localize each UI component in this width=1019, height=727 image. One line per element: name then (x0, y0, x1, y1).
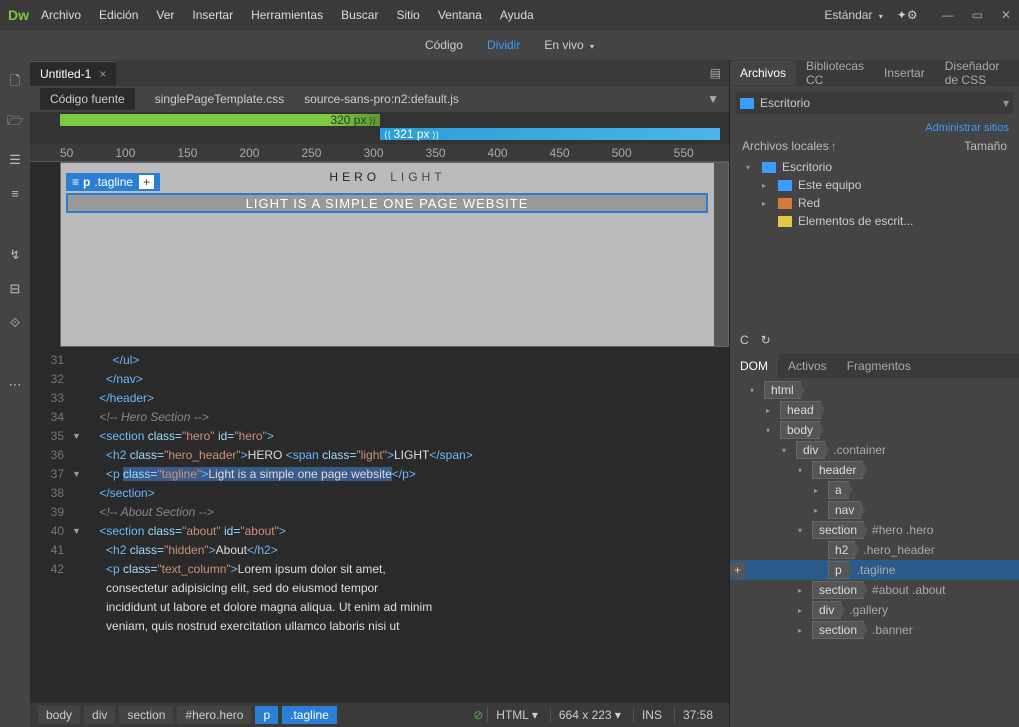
dom-row[interactable]: ▾section#hero .hero (730, 520, 1019, 540)
panel-tab-activos[interactable]: Activos (778, 354, 837, 378)
dom-row[interactable]: ▸nav (730, 500, 1019, 520)
tree-row[interactable]: ▾Escritorio (736, 158, 1013, 176)
wand-icon[interactable]: ↯ (10, 247, 21, 263)
panel-tab-dom[interactable]: DOM (730, 354, 778, 378)
tree-row[interactable]: Elementos de escrit... (736, 212, 1013, 230)
collapse-icon[interactable]: ↻ (761, 333, 771, 347)
menu-edicion[interactable]: Edición (99, 8, 138, 22)
menu-herramientas[interactable]: Herramientas (251, 8, 323, 22)
preview-scrollbar[interactable] (714, 163, 728, 346)
tagline-paragraph[interactable]: LIGHT IS A SIMPLE ONE PAGE WEBSITE (66, 193, 708, 213)
menu-insertar[interactable]: Insertar (192, 8, 233, 22)
comment-icon[interactable]: ⊟ (10, 281, 21, 297)
main-menu: Archivo Edición Ver Insertar Herramienta… (41, 8, 824, 22)
dom-row[interactable]: ▾html (730, 380, 1019, 400)
dom-row[interactable]: ▸a (730, 480, 1019, 500)
media-query-bars: 320 px ⟩⟩ ⟨⟨ 321 px ⟩⟩ (30, 112, 729, 144)
panel-tab-archivos[interactable]: Archivos (730, 61, 796, 85)
breadcrumb-section[interactable]: section (119, 706, 173, 724)
panel-tab-fragmentos[interactable]: Fragmentos (837, 354, 921, 378)
menu-archivo[interactable]: Archivo (41, 8, 81, 22)
dom-row[interactable]: ▾header (730, 460, 1019, 480)
breadcrumb-hero[interactable]: #hero.hero (177, 706, 251, 724)
refresh-icon[interactable]: C (740, 333, 749, 347)
window-options-icon[interactable]: ▤ (710, 66, 721, 80)
menu-buscar[interactable]: Buscar (341, 8, 378, 22)
source-file-tab[interactable]: Código fuente (40, 88, 135, 110)
maximize-icon[interactable]: ▭ (972, 8, 983, 22)
add-selector-icon[interactable]: + (139, 175, 154, 189)
breadcrumb-tagline[interactable]: .tagline (282, 706, 337, 724)
menu-sitio[interactable]: Sitio (396, 8, 419, 22)
code-editor[interactable]: 31 </ul> 32 </nav> 33 </header> 34 <!-- … (30, 347, 729, 703)
dom-row[interactable]: ▸section#about .about (730, 580, 1019, 600)
live-preview[interactable]: HERO LIGHT LIGHT IS A SIMPLE ONE PAGE WE… (60, 162, 729, 347)
open-file-icon[interactable]: 🗁 (7, 112, 23, 134)
doc-tab-untitled[interactable]: Untitled-1× (30, 61, 116, 86)
menu-ventana[interactable]: Ventana (438, 8, 482, 22)
related-css-file[interactable]: singlePageTemplate.css (155, 92, 284, 106)
dom-row[interactable]: +p.tagline (730, 560, 1019, 580)
status-bar: body div section #hero.hero p .tagline ⊘… (30, 703, 729, 727)
desktop-icon (740, 98, 754, 109)
close-icon[interactable]: ✕ (1001, 8, 1011, 22)
document-tabs: Untitled-1× ▤ (30, 60, 729, 86)
title-bar: Dw Archivo Edición Ver Insertar Herramie… (0, 0, 1019, 30)
tree-row[interactable]: ▸Este equipo (736, 176, 1013, 194)
status-ok-icon: ⊘ (473, 708, 483, 722)
manage-icon[interactable]: ☰ (9, 152, 21, 168)
code-tool-icon[interactable]: ≡ (11, 186, 19, 201)
dom-row[interactable]: ▾div.container (730, 440, 1019, 460)
related-files-bar: Código fuente singlePageTemplate.css sou… (30, 86, 729, 112)
sync-icon[interactable]: ✦⚙ (897, 8, 918, 22)
dimensions-display[interactable]: 664 x 223 ▾ (550, 708, 629, 722)
tab-close-icon[interactable]: × (99, 67, 106, 81)
minimize-icon[interactable]: — (942, 8, 954, 22)
ruler: 50100150200250300350400450500550600650 (30, 144, 729, 162)
hamburger-icon[interactable]: ≡ (72, 175, 79, 189)
menu-ayuda[interactable]: Ayuda (500, 8, 534, 22)
dom-row[interactable]: h2.hero_header (730, 540, 1019, 560)
panel-tab-insertar[interactable]: Insertar (874, 61, 935, 85)
language-selector[interactable]: HTML ▾ (487, 708, 546, 722)
media-query-321[interactable]: ⟨⟨ 321 px ⟩⟩ (380, 128, 720, 140)
more-icon[interactable]: ⋯ (9, 377, 22, 393)
workspace-selector[interactable]: Estándar ▾ (824, 8, 882, 22)
view-live[interactable]: En vivo ▾ (544, 38, 594, 52)
dom-row[interactable]: ▸section.banner (730, 620, 1019, 640)
app-logo: Dw (8, 7, 29, 23)
insert-mode[interactable]: INS (633, 708, 670, 722)
breadcrumb-p[interactable]: p (255, 706, 278, 724)
view-split[interactable]: Dividir (487, 38, 520, 52)
dom-row[interactable]: ▸div.gallery (730, 600, 1019, 620)
add-node-icon[interactable]: + (730, 562, 745, 578)
dom-row[interactable]: ▾body (730, 420, 1019, 440)
dom-tree: ▾html▸head▾body▾div.container▾header▸a▸n… (730, 378, 1019, 727)
element-display[interactable]: ≡ p .tagline + (66, 173, 160, 191)
view-code[interactable]: Código (425, 38, 463, 52)
time-display: 37:58 (674, 708, 721, 722)
related-js-file[interactable]: source-sans-pro:n2:default.js (304, 92, 459, 106)
tree-row[interactable]: ▸Red (736, 194, 1013, 212)
breadcrumb-body[interactable]: body (38, 706, 80, 724)
right-panels: Archivos Bibliotecas CC Insertar Diseñad… (729, 60, 1019, 727)
manage-sites-link[interactable]: Administrar sitios (925, 122, 1009, 134)
breadcrumb-div[interactable]: div (84, 706, 115, 724)
dom-row[interactable]: ▸head (730, 400, 1019, 420)
media-query-320[interactable]: 320 px ⟩⟩ (60, 114, 380, 126)
file-tree: ▾Escritorio▸Este equipo▸RedElementos de … (736, 156, 1013, 232)
new-file-icon[interactable]: 🗋 (10, 72, 20, 94)
format-icon[interactable]: ⟐ (10, 315, 20, 331)
site-selector[interactable]: Escritorio ▾ (736, 92, 1013, 114)
filter-icon[interactable]: ▼ (707, 92, 719, 106)
left-toolbar: 🗋 🗁 ☰ ≡ ↯ ⊟ ⟐ ⋯ (0, 60, 30, 727)
menu-ver[interactable]: Ver (156, 8, 174, 22)
